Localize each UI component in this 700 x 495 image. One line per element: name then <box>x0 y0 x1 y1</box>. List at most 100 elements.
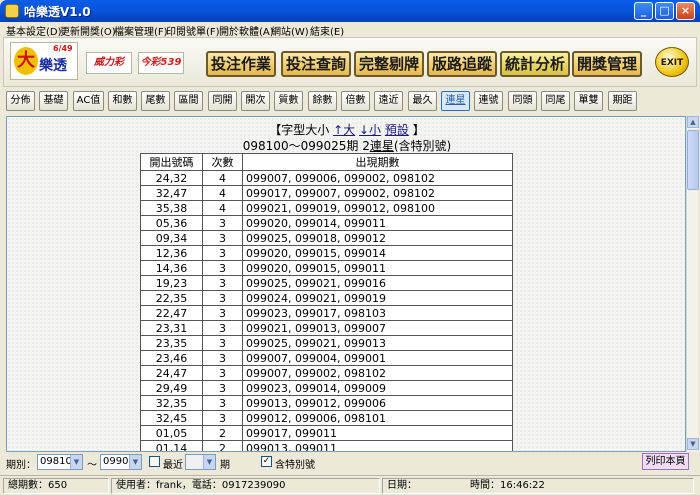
cell-periods: 099024, 099021, 099019 <box>242 290 513 306</box>
scroll-up-icon[interactable]: ▲ <box>687 116 699 128</box>
exit-button[interactable]: EXIT <box>655 47 689 77</box>
scroll-down-icon[interactable]: ▼ <box>687 438 699 450</box>
menu-exit[interactable]: 結束(E) <box>310 23 344 38</box>
print-page-button[interactable]: 列印本頁 <box>642 453 689 470</box>
linked-stars-link[interactable]: 連星 <box>370 139 394 153</box>
cell-numbers: 01,14 <box>140 440 203 451</box>
tab-multiple[interactable]: 倍數 <box>341 91 370 111</box>
chevron-down-icon[interactable]: ▼ <box>203 455 215 469</box>
tab-linked-stars[interactable]: 連星 <box>441 91 470 111</box>
cell-count: 3 <box>202 275 243 291</box>
minimize-button[interactable]: _ <box>634 2 653 20</box>
main-toolbar: 大 樂透 6/49 威力彩 今彩539 投注作業 投注查詢 完整剔牌 版路追蹤 … <box>3 37 697 87</box>
total-periods: 總期數：650 <box>3 478 109 494</box>
close-button[interactable]: × <box>676 2 695 20</box>
tab-tail[interactable]: 尾數 <box>141 91 170 111</box>
cell-periods: 099023, 099014, 099009 <box>242 380 513 396</box>
bet-query-button[interactable]: 投注查詢 <box>281 51 351 77</box>
period-note: (含特別號) <box>393 139 452 153</box>
menu-print-tickets[interactable]: 印閱號單(F) <box>166 23 220 38</box>
daily-cash-label: 今彩539 <box>140 57 182 68</box>
status-date: 日期：2010/03/30 <box>382 478 466 495</box>
cell-numbers: 09,34 <box>140 230 203 246</box>
chevron-down-icon[interactable]: ▼ <box>129 455 141 469</box>
tab-distribution[interactable]: 分佈 <box>6 91 35 111</box>
recent-count-select[interactable]: ▼ <box>185 454 216 470</box>
font-default-link[interactable]: 預設 <box>385 123 409 137</box>
cell-count: 3 <box>202 350 243 366</box>
daily-cash-logo[interactable]: 今彩539 <box>138 52 184 74</box>
cell-periods: 099020, 099014, 099011 <box>242 215 513 231</box>
cell-periods: 099023, 099017, 098103 <box>242 305 513 321</box>
cell-numbers: 23,46 <box>140 350 203 366</box>
period-to-select[interactable]: 099025 ▼ <box>100 454 142 470</box>
tab-remainder[interactable]: 餘數 <box>308 91 337 111</box>
table-row: 12,36 3 099020, 099015, 099014 <box>140 245 513 261</box>
cell-numbers: 24,47 <box>140 365 203 381</box>
cell-numbers: 14,36 <box>140 260 203 276</box>
include-special-checkbox[interactable]: ✓ <box>261 456 272 467</box>
font-size-label: 【字型大小 <box>269 123 330 137</box>
cell-numbers: 32,35 <box>140 395 203 411</box>
table-row: 19,23 3 099025, 099021, 099016 <box>140 275 513 291</box>
window-title: 哈樂透V1.0 <box>24 5 91 19</box>
tab-consecutive[interactable]: 連號 <box>474 91 503 111</box>
statistics-analysis-button[interactable]: 統計分析 <box>500 51 570 77</box>
cell-numbers: 23,35 <box>140 335 203 351</box>
full-elimination-button[interactable]: 完整剔牌 <box>354 51 424 77</box>
cell-count: 3 <box>202 395 243 411</box>
cell-periods: 099007, 099006, 099002, 098102 <box>242 170 513 186</box>
tab-ac-value[interactable]: AC值 <box>73 91 104 111</box>
tab-prime[interactable]: 質數 <box>274 91 303 111</box>
cell-periods: 099025, 099018, 099012 <box>242 230 513 246</box>
tab-co-draw[interactable]: 同開 <box>208 91 237 111</box>
menu-update-draws[interactable]: 更新開獎(O) <box>60 23 116 38</box>
tab-period-gap[interactable]: 期距 <box>608 91 637 111</box>
path-tracking-button[interactable]: 版路追蹤 <box>427 51 497 77</box>
font-bigger-link[interactable]: ↑大 <box>333 123 355 137</box>
menu-website[interactable]: 網站(W) <box>271 23 309 38</box>
cell-periods: 099020, 099015, 099014 <box>242 245 513 261</box>
vertical-scrollbar[interactable]: ▲ ▼ <box>686 116 699 452</box>
recent-label: 最近 <box>163 460 183 471</box>
logo-text: 樂透 <box>39 58 67 74</box>
status-bar: 總期數：650 使用者：frank，電話：0917239090 日期：2010/… <box>0 475 700 495</box>
tab-odd-even[interactable]: 單雙 <box>574 91 603 111</box>
column-header-numbers: 開出號碼 <box>140 153 203 171</box>
tab-draw-count[interactable]: 開次 <box>241 91 270 111</box>
scroll-thumb[interactable] <box>687 130 699 190</box>
period-unit-label: 期 <box>220 460 230 471</box>
logo-small-text: 6/49 <box>53 44 73 53</box>
table-row: 22,35 3 099024, 099021, 099019 <box>140 290 513 306</box>
menu-about[interactable]: 開於軟體(A) <box>219 23 274 38</box>
cell-periods: 099025, 099021, 099016 <box>242 275 513 291</box>
chevron-down-icon[interactable]: ▼ <box>70 455 82 469</box>
cell-count: 2 <box>202 440 243 451</box>
lotto-649-logo[interactable]: 大 樂透 6/49 <box>10 42 78 80</box>
maximize-button[interactable]: □ <box>655 2 674 20</box>
filter-bar: 期別： 098100 ▼ ～ 099025 ▼ 最近 ▼ 期 ✓ 含特別號 列印… <box>0 453 700 473</box>
tab-basic[interactable]: 基礎 <box>39 91 68 111</box>
menu-file-management[interactable]: 檔案管理(F) <box>114 23 168 38</box>
bet-operation-button[interactable]: 投注作業 <box>206 51 276 77</box>
cell-count: 3 <box>202 305 243 321</box>
draw-management-button[interactable]: 開獎管理 <box>572 51 642 77</box>
recent-checkbox[interactable] <box>149 456 160 467</box>
tab-range[interactable]: 區間 <box>174 91 203 111</box>
cell-count: 3 <box>202 320 243 336</box>
column-header-periods: 出現期數 <box>242 153 513 171</box>
font-smaller-link[interactable]: ↓小 <box>359 123 381 137</box>
tab-distance[interactable]: 遠近 <box>374 91 403 111</box>
results-panel: LOTTO 【字型大小 ↑大 ↓小 預設 】 098100～099025期 2連… <box>6 116 686 452</box>
tab-longest[interactable]: 最久 <box>408 91 437 111</box>
cell-count: 3 <box>202 410 243 426</box>
tab-sum[interactable]: 和數 <box>108 91 137 111</box>
tab-same-tail[interactable]: 同尾 <box>541 91 570 111</box>
cell-periods: 099025, 099021, 099013 <box>242 335 513 351</box>
table-row: 01,05 2 099017, 099011 <box>140 425 513 441</box>
cell-periods: 099007, 099004, 099001 <box>242 350 513 366</box>
tab-same-head[interactable]: 同頭 <box>508 91 537 111</box>
period-from-select[interactable]: 098100 ▼ <box>37 454 83 470</box>
power-lottery-logo[interactable]: 威力彩 <box>86 52 132 74</box>
menu-basic-settings[interactable]: 基本設定(D) <box>6 23 62 38</box>
